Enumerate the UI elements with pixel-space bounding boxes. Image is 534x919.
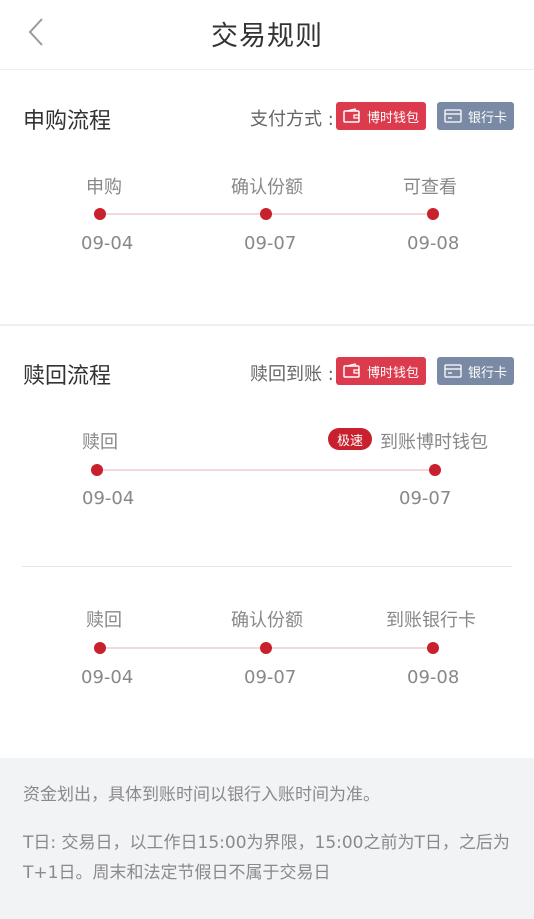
purchase-section: 申购流程 支付方式 : 博时钱包 银行卡 申购 确认份额 可查看 09-04 0… bbox=[0, 71, 534, 323]
bank-card-badge[interactable]: 银行卡 bbox=[437, 357, 515, 385]
step-date: 09-07 bbox=[244, 667, 297, 688]
wallet-badge-label: 博时钱包 bbox=[367, 365, 420, 381]
notes-area: 资金划出，具体到账时间以银行入账时间为准。 T日: 交易日，以工作日15:00为… bbox=[0, 758, 534, 919]
wallet-badge[interactable]: 博时钱包 bbox=[336, 102, 427, 130]
redeem-title: 赎回流程 bbox=[23, 364, 112, 389]
redeem-arrival-label: 赎回到账 : bbox=[250, 364, 334, 385]
bank-card-icon bbox=[444, 109, 462, 123]
step-dot bbox=[94, 208, 106, 220]
step-label: 赎回 bbox=[86, 610, 122, 631]
wallet-badge-label: 博时钱包 bbox=[367, 110, 420, 126]
step-date: 09-04 bbox=[81, 667, 134, 688]
fast-badge: 极速 bbox=[328, 428, 373, 450]
step-dot bbox=[427, 642, 439, 654]
step-dot bbox=[94, 642, 106, 654]
bank-card-icon bbox=[444, 364, 462, 378]
step-date: 09-08 bbox=[407, 667, 460, 688]
page-title: 交易规则 bbox=[211, 21, 323, 52]
step-date: 09-07 bbox=[244, 233, 297, 254]
step-dot bbox=[260, 642, 272, 654]
redeem-section: 赎回流程 赎回到账 : 博时钱包 银行卡 赎回 极速 到账博时钱包 09-04 … bbox=[0, 326, 534, 758]
note-trade-day: T日: 交易日，以工作日15:00为界限，15:00之前为T日，之后为T+1日。… bbox=[23, 833, 510, 883]
wallet-icon bbox=[343, 363, 360, 378]
step-label: 确认份额 bbox=[231, 177, 303, 198]
step-date: 09-08 bbox=[407, 233, 460, 254]
step-label: 赎回 bbox=[82, 432, 118, 453]
bank-card-badge-label: 银行卡 bbox=[468, 110, 508, 126]
inner-divider bbox=[22, 566, 512, 567]
step-dot bbox=[427, 208, 439, 220]
step-dot bbox=[260, 208, 272, 220]
step-label: 申购 bbox=[86, 177, 122, 198]
bank-card-badge[interactable]: 银行卡 bbox=[437, 102, 515, 130]
step-date: 09-07 bbox=[399, 488, 452, 509]
wallet-badge[interactable]: 博时钱包 bbox=[336, 357, 427, 385]
bank-card-badge-label: 银行卡 bbox=[468, 365, 508, 381]
step-label: 到账银行卡 bbox=[386, 610, 476, 631]
step-label: 确认份额 bbox=[231, 610, 303, 631]
nav-bar: 交易规则 bbox=[0, 0, 534, 70]
step-dot bbox=[429, 464, 441, 476]
wallet-icon bbox=[343, 108, 360, 123]
step-date: 09-04 bbox=[82, 488, 135, 509]
step-dot bbox=[91, 464, 103, 476]
purchase-title: 申购流程 bbox=[23, 109, 112, 134]
step-date: 09-04 bbox=[81, 233, 134, 254]
progress-track bbox=[97, 469, 435, 471]
step-label: 可查看 bbox=[403, 177, 457, 198]
note-fund-transfer: 资金划出，具体到账时间以银行入账时间为准。 bbox=[23, 785, 380, 805]
step-label: 到账博时钱包 bbox=[380, 432, 488, 453]
payment-method-label: 支付方式 : bbox=[250, 109, 334, 130]
